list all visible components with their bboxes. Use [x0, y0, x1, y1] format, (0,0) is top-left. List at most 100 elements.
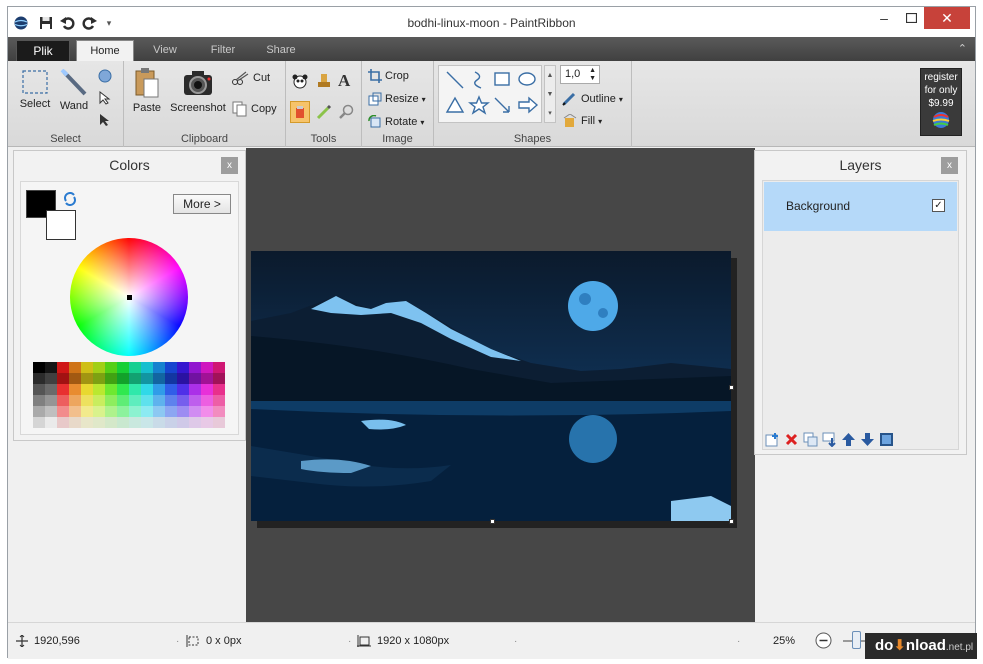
- palette-swatch[interactable]: [93, 417, 105, 428]
- palette-swatch[interactable]: [165, 384, 177, 395]
- palette-swatch[interactable]: [129, 373, 141, 384]
- palette-swatch[interactable]: [93, 406, 105, 417]
- zoom-out-button[interactable]: [815, 632, 832, 649]
- palette-swatch[interactable]: [213, 373, 225, 384]
- palette-swatch[interactable]: [177, 395, 189, 406]
- palette-swatch[interactable]: [81, 417, 93, 428]
- palette-swatch[interactable]: [57, 417, 69, 428]
- palette-swatch[interactable]: [201, 406, 213, 417]
- palette-swatch[interactable]: [117, 417, 129, 428]
- palette-swatch[interactable]: [93, 384, 105, 395]
- palette-swatch[interactable]: [45, 417, 57, 428]
- palette-swatch[interactable]: [33, 395, 45, 406]
- palette-swatch[interactable]: [93, 373, 105, 384]
- palette-swatch[interactable]: [153, 406, 165, 417]
- color-wheel[interactable]: [70, 238, 188, 356]
- palette-swatch[interactable]: [165, 395, 177, 406]
- palette-swatch[interactable]: [45, 395, 57, 406]
- palette-swatch[interactable]: [69, 417, 81, 428]
- palette-swatch[interactable]: [153, 395, 165, 406]
- palette-swatch[interactable]: [105, 417, 117, 428]
- palette-swatch[interactable]: [213, 406, 225, 417]
- palette-swatch[interactable]: [33, 384, 45, 395]
- palette-swatch[interactable]: [177, 373, 189, 384]
- palette-swatch[interactable]: [129, 417, 141, 428]
- palette-swatch[interactable]: [93, 362, 105, 373]
- tab-filter[interactable]: Filter: [200, 40, 246, 61]
- fill-button[interactable]: Fill ▾: [562, 114, 602, 128]
- palette-swatch[interactable]: [57, 384, 69, 395]
- close-window-button[interactable]: ✕: [924, 7, 970, 29]
- palette-swatch[interactable]: [189, 395, 201, 406]
- palette-swatch[interactable]: [69, 406, 81, 417]
- palette-swatch[interactable]: [81, 362, 93, 373]
- register-badge[interactable]: register for only $9.99: [920, 68, 962, 136]
- pencil-tool-icon[interactable]: [316, 104, 332, 120]
- canvas-area[interactable]: [246, 148, 755, 623]
- palette-swatch[interactable]: [117, 362, 129, 373]
- zoom-slider-thumb[interactable]: [852, 631, 861, 649]
- palette-swatch[interactable]: [165, 406, 177, 417]
- stamp-tool-icon[interactable]: [316, 73, 332, 89]
- cut-button[interactable]: Cut: [232, 71, 270, 85]
- panda-tool-icon[interactable]: [292, 73, 308, 89]
- palette-swatch[interactable]: [189, 406, 201, 417]
- palette-swatch[interactable]: [33, 406, 45, 417]
- palette-swatch[interactable]: [141, 395, 153, 406]
- palette-swatch[interactable]: [33, 362, 45, 373]
- move-layer-down-icon[interactable]: [860, 432, 875, 447]
- text-tool-icon[interactable]: A: [338, 71, 350, 91]
- resize-handle-bottom[interactable]: [490, 519, 495, 524]
- palette-swatch[interactable]: [81, 406, 93, 417]
- color-wheel-selector[interactable]: [127, 295, 132, 300]
- palette-swatch[interactable]: [69, 373, 81, 384]
- zoom-tool-icon[interactable]: [338, 104, 354, 120]
- palette-swatch[interactable]: [81, 373, 93, 384]
- screenshot-button[interactable]: Screenshot: [168, 67, 228, 114]
- palette-swatch[interactable]: [105, 362, 117, 373]
- palette-swatch[interactable]: [69, 362, 81, 373]
- fill-bucket-tool-icon[interactable]: [290, 101, 310, 123]
- tab-view[interactable]: View: [142, 40, 188, 61]
- palette-swatch[interactable]: [213, 384, 225, 395]
- paste-button[interactable]: Paste: [129, 67, 165, 114]
- color-palette[interactable]: [33, 362, 227, 432]
- palette-swatch[interactable]: [129, 395, 141, 406]
- palette-swatch[interactable]: [141, 406, 153, 417]
- palette-swatch[interactable]: [57, 406, 69, 417]
- layer-row[interactable]: Background ✓: [764, 182, 957, 231]
- palette-swatch[interactable]: [69, 395, 81, 406]
- tab-file[interactable]: Plik: [16, 40, 70, 61]
- copy-button[interactable]: Copy: [232, 101, 277, 117]
- resize-handle-right[interactable]: [729, 385, 734, 390]
- palette-swatch[interactable]: [141, 362, 153, 373]
- tab-share[interactable]: Share: [258, 40, 304, 61]
- move-layer-up-icon[interactable]: [841, 432, 856, 447]
- palette-swatch[interactable]: [129, 384, 141, 395]
- duplicate-layer-icon[interactable]: [803, 432, 818, 447]
- palette-swatch[interactable]: [201, 395, 213, 406]
- palette-swatch[interactable]: [201, 362, 213, 373]
- ellipse-select-icon[interactable]: [98, 69, 112, 83]
- palette-swatch[interactable]: [201, 417, 213, 428]
- palette-swatch[interactable]: [213, 417, 225, 428]
- palette-swatch[interactable]: [177, 362, 189, 373]
- palette-swatch[interactable]: [81, 395, 93, 406]
- palette-swatch[interactable]: [141, 384, 153, 395]
- palette-swatch[interactable]: [189, 362, 201, 373]
- merge-layer-down-icon[interactable]: [822, 432, 837, 447]
- more-colors-button[interactable]: More >: [173, 194, 231, 214]
- palette-swatch[interactable]: [165, 373, 177, 384]
- palette-swatch[interactable]: [45, 384, 57, 395]
- palette-swatch[interactable]: [45, 362, 57, 373]
- palette-swatch[interactable]: [45, 406, 57, 417]
- palette-swatch[interactable]: [177, 384, 189, 395]
- add-layer-icon[interactable]: [765, 432, 780, 447]
- palette-swatch[interactable]: [117, 384, 129, 395]
- palette-swatch[interactable]: [33, 417, 45, 428]
- colors-panel-close-button[interactable]: x: [221, 157, 238, 174]
- palette-swatch[interactable]: [189, 384, 201, 395]
- shapes-gallery-scroll[interactable]: ▲ ▼ ▾: [544, 65, 556, 123]
- palette-swatch[interactable]: [153, 362, 165, 373]
- rotate-button[interactable]: Rotate ▾: [368, 115, 424, 129]
